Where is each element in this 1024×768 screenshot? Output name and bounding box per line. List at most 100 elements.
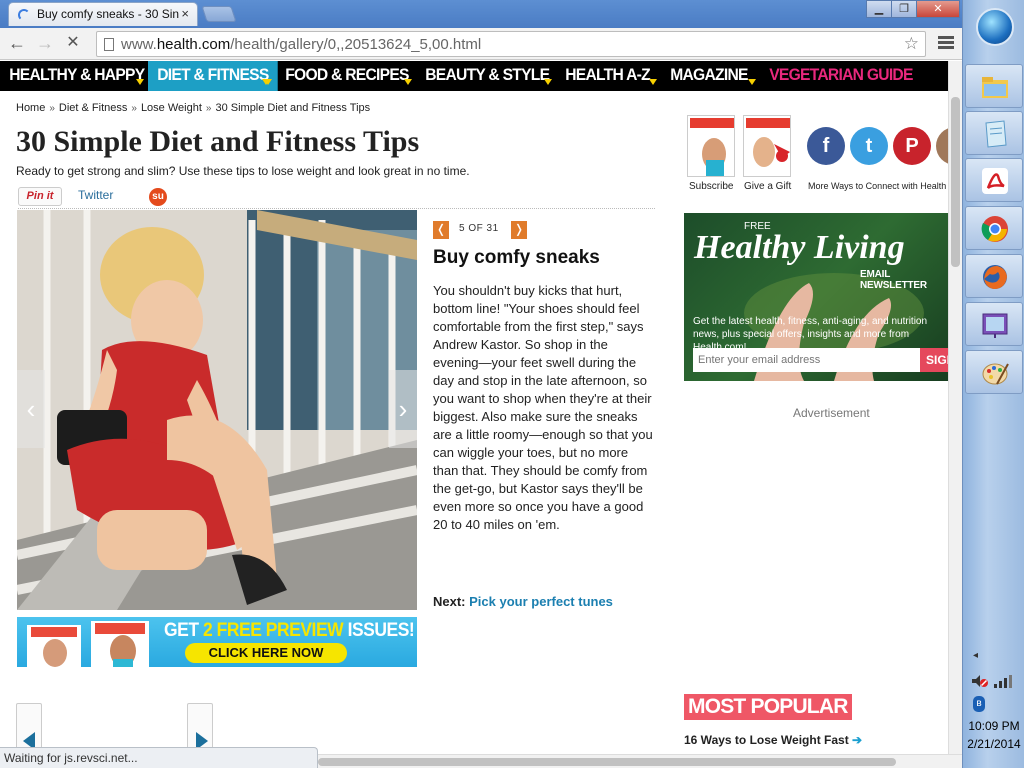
maximize-button[interactable]: ❐ (891, 0, 917, 18)
stumbleupon-icon[interactable]: su (149, 188, 167, 206)
breadcrumb-item[interactable]: Lose Weight (141, 102, 202, 114)
arrow-right-icon: ➔ (852, 733, 863, 747)
notepad-icon (985, 120, 1007, 148)
gift-magazine-cover[interactable] (743, 115, 791, 177)
dropdown-caret-icon (649, 79, 657, 85)
tab-title: Buy comfy sneaks - 30 Sin (37, 7, 180, 21)
newsletter-title: Healthy Living (694, 229, 905, 266)
facebook-icon[interactable]: f (807, 127, 845, 165)
page-icon (104, 38, 114, 51)
taskbar: ◂ ʙ 10:09 PM 2/21/2014 (962, 0, 1024, 768)
next-slide-button[interactable]: ❭ (511, 221, 527, 239)
tray-show-hidden-icon[interactable]: ◂ (973, 650, 978, 661)
give-a-gift-link[interactable]: Give a Gift (744, 181, 791, 192)
next-slide-line: Next: Pick your perfect tunes (433, 594, 613, 609)
site-navigation: HEALTHY & HAPPY DIET & FITNESS FOOD & RECI… (0, 61, 948, 91)
taskbar-firefox-button[interactable] (965, 254, 1023, 298)
browser-tab[interactable]: Buy comfy sneaks - 30 Sin × (8, 2, 198, 26)
slide-title: Buy comfy sneaks (433, 247, 600, 268)
nav-item-beauty-style[interactable]: BEAUTY & STYLE (416, 61, 559, 91)
photo-next-arrow-icon[interactable]: › (389, 370, 417, 448)
dropdown-caret-icon (262, 79, 270, 85)
breadcrumb-separator: » (49, 103, 55, 114)
volume-muted-icon[interactable] (971, 674, 989, 688)
nav-item-diet-fitness[interactable]: DIET & FITNESS (148, 61, 278, 91)
promo-headline: GET 2 FREE PREVIEW ISSUES! (164, 620, 415, 641)
clock-time[interactable]: 10:09 PM (963, 719, 1024, 733)
magazine-promo-banner[interactable]: GET 2 FREE PREVIEW ISSUES! CLICK HERE NO… (17, 617, 417, 667)
nav-item-magazine[interactable]: MAGAZINE (661, 61, 757, 91)
subscribe-link[interactable]: Subscribe (689, 181, 733, 192)
subscribe-magazine-cover[interactable] (687, 115, 735, 177)
nav-item-health-a-z[interactable]: HEALTH A-Z (556, 61, 659, 91)
magazine-covers-image (27, 621, 149, 667)
tab-close-icon[interactable]: × (181, 6, 189, 21)
desktop: Buy comfy sneaks - 30 Sin × ▁ ❐ ✕ ← → ✕ … (0, 0, 1024, 768)
start-button[interactable] (976, 8, 1014, 46)
back-arrow-icon[interactable]: ← (6, 34, 28, 54)
address-bar[interactable]: www.health.com/health/gallery/0,,2051362… (96, 31, 926, 57)
chrome-icon (981, 216, 1008, 242)
share-bar: Pin it Twitter su (18, 185, 655, 209)
minimize-button[interactable]: ▁ (866, 0, 892, 18)
taskbar-chrome-button[interactable] (965, 206, 1023, 250)
chrome-menu-icon[interactable] (938, 36, 954, 50)
url-path: /health/gallery/0,,20513624_5,00.html (230, 36, 482, 53)
pin-it-button[interactable]: Pin it (18, 187, 62, 206)
breadcrumb-item[interactable]: Diet & Fitness (59, 102, 127, 114)
breadcrumb-item: 30 Simple Diet and Fitness Tips (215, 102, 371, 114)
breadcrumb-item[interactable]: Home (16, 102, 45, 114)
twitter-icon[interactable]: t (850, 127, 888, 165)
nav-item-vegetarian-guide[interactable]: VEGETARIAN GUIDE (760, 61, 922, 91)
taskbar-notepad-button[interactable] (965, 111, 1023, 155)
nav-item-food-recipes[interactable]: FOOD & RECIPES (276, 61, 418, 91)
scrollbar-thumb[interactable] (318, 758, 896, 766)
page-viewport: HEALTHY & HAPPY DIET & FITNESS FOOD & RECI… (0, 61, 948, 768)
dropdown-caret-icon (544, 79, 552, 85)
dropdown-caret-icon (748, 79, 756, 85)
photo-prev-arrow-icon[interactable]: ‹ (17, 370, 45, 448)
taskbar-media-button[interactable] (965, 302, 1023, 346)
instagram-icon[interactable] (936, 127, 948, 165)
url-prefix: www. (121, 36, 157, 53)
folder-icon (982, 77, 1008, 98)
breadcrumb-separator: » (131, 103, 137, 114)
prev-slide-button[interactable]: ❬ (433, 221, 449, 239)
breadcrumb: Home» Diet & Fitness» Lose Weight» 30 Simpl… (16, 102, 370, 114)
scrollbar-thumb[interactable] (951, 97, 960, 267)
newsletter-subtitle: EMAIL NEWSLETTER (860, 269, 927, 291)
title-bar: Buy comfy sneaks - 30 Sin × ▁ ❐ ✕ (0, 0, 962, 28)
slide-photo: ‹ › (17, 210, 417, 610)
taskbar-paint-button[interactable] (965, 350, 1023, 394)
woman-tying-sneaker-image (17, 210, 417, 610)
firefox-icon (983, 265, 1007, 289)
acrobat-icon (982, 168, 1008, 194)
newsletter-email-input[interactable] (693, 348, 921, 372)
stop-loading-icon[interactable]: ✕ (62, 34, 84, 54)
taskbar-explorer-button[interactable] (965, 64, 1023, 108)
popular-article-link[interactable]: 16 Ways to Lose Weight Fast ➔ (684, 733, 862, 747)
click-here-now-button[interactable]: CLICK HERE NOW (185, 643, 347, 663)
paint-palette-icon (982, 363, 1009, 385)
forward-arrow-icon[interactable]: → (34, 34, 56, 54)
browser-toolbar: ← → ✕ www.health.com/health/gallery/0,,2… (0, 28, 962, 60)
newsletter-signup-button[interactable]: SIGN (920, 348, 948, 372)
most-popular-heading: MOST POPULAR (684, 694, 852, 720)
more-ways-to-connect: More Ways to Connect with Health (808, 181, 947, 191)
slide-count: 5 OF 31 (459, 223, 499, 234)
close-window-button[interactable]: ✕ (916, 0, 960, 18)
bookmark-star-icon[interactable]: ☆ (904, 34, 919, 54)
network-signal-icon[interactable] (993, 674, 1013, 688)
bluetooth-icon[interactable]: ʙ (973, 696, 985, 712)
presentation-icon (982, 313, 1008, 338)
status-bar: Waiting for js.revsci.net... (0, 747, 318, 768)
next-slide-link[interactable]: Pick your perfect tunes (469, 594, 613, 609)
pinterest-icon[interactable]: P (893, 127, 931, 165)
url-host: health.com (156, 36, 231, 53)
nav-item-healthy-happy[interactable]: HEALTHY & HAPPY (0, 61, 154, 91)
vertical-scrollbar[interactable] (948, 61, 962, 754)
taskbar-acrobat-button[interactable] (965, 158, 1023, 202)
new-tab-button[interactable] (201, 6, 237, 22)
clock-date[interactable]: 2/21/2014 (963, 737, 1024, 751)
twitter-share-link[interactable]: Twitter (78, 188, 113, 202)
